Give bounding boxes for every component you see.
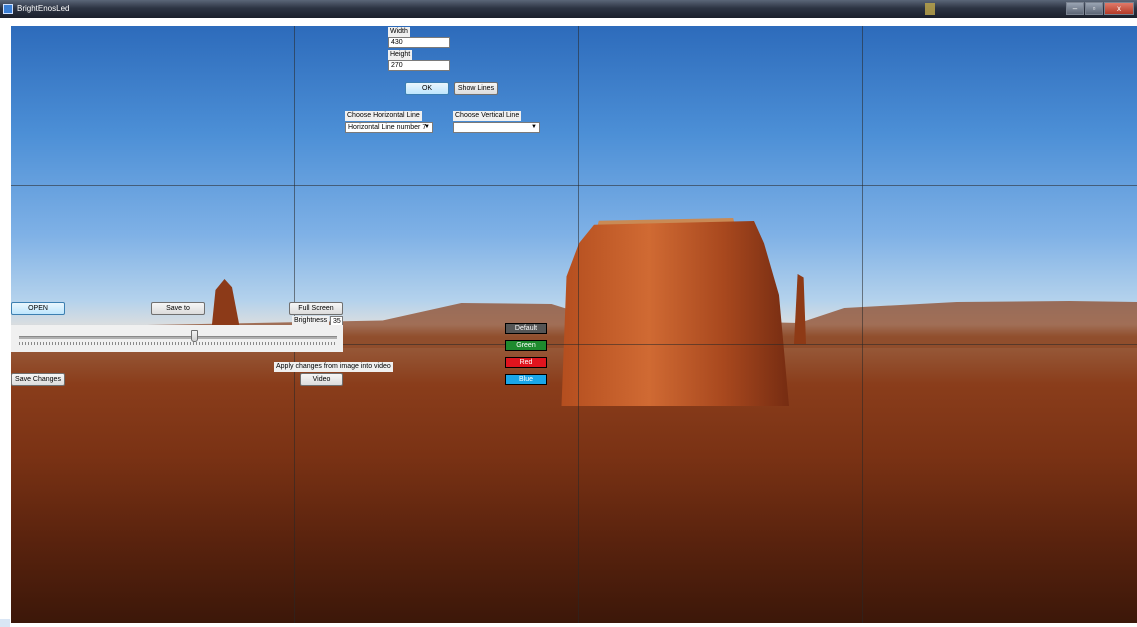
horizontal-line-label: Choose Horizontal Line xyxy=(345,111,422,121)
brightness-slider-thumb[interactable] xyxy=(190,330,198,342)
minimize-button[interactable]: – xyxy=(1066,2,1084,15)
apply-changes-label: Apply changes from image into video xyxy=(274,362,393,372)
blue-color-button[interactable]: Blue xyxy=(505,374,547,385)
close-button[interactable]: x xyxy=(1104,2,1134,15)
app-icon xyxy=(3,4,13,14)
horizontal-line-value: Horizontal Line number 7 xyxy=(348,124,427,131)
video-button[interactable]: Video xyxy=(300,373,343,386)
width-field[interactable]: 430 xyxy=(388,37,450,48)
save-changes-button[interactable]: Save Changes xyxy=(11,373,65,386)
vertical-line-label: Choose Vertical Line xyxy=(453,111,522,121)
brightness-slider-panel xyxy=(11,325,343,352)
height-label: Height xyxy=(388,50,413,60)
open-button[interactable]: OPEN xyxy=(11,302,65,315)
maximize-button[interactable]: ▫ xyxy=(1085,2,1103,15)
vertical-grid-line xyxy=(862,26,863,623)
chevron-down-icon: ▼ xyxy=(424,124,430,130)
ok-button[interactable]: OK xyxy=(405,82,449,95)
window-title: BrightEnosLed xyxy=(17,4,70,13)
slider-ticks xyxy=(19,342,337,345)
status-corner-icon xyxy=(0,619,10,627)
main-mesa xyxy=(561,221,789,406)
width-label: Width xyxy=(388,27,410,37)
vertical-grid-line xyxy=(578,26,579,623)
save-to-button[interactable]: Save to xyxy=(151,302,205,315)
default-color-button[interactable]: Default xyxy=(505,323,547,334)
window-controls: – ▫ x xyxy=(1065,2,1134,16)
vertical-line-select[interactable]: ▼ xyxy=(453,122,540,133)
full-screen-button[interactable]: Full Screen xyxy=(289,302,343,315)
horizontal-grid-line xyxy=(11,185,1137,186)
brightness-slider-track[interactable] xyxy=(19,336,337,339)
taskbar-marker-icon xyxy=(925,3,935,15)
height-field[interactable]: 270 xyxy=(388,60,450,71)
green-color-button[interactable]: Green xyxy=(505,340,547,351)
horizontal-line-select[interactable]: Horizontal Line number 7 ▼ xyxy=(345,122,433,133)
red-color-button[interactable]: Red xyxy=(505,357,547,368)
show-lines-button[interactable]: Show Lines xyxy=(454,82,498,95)
title-bar: BrightEnosLed – ▫ x xyxy=(0,0,1137,18)
chevron-down-icon: ▼ xyxy=(531,124,537,130)
rock-spire xyxy=(794,274,806,344)
